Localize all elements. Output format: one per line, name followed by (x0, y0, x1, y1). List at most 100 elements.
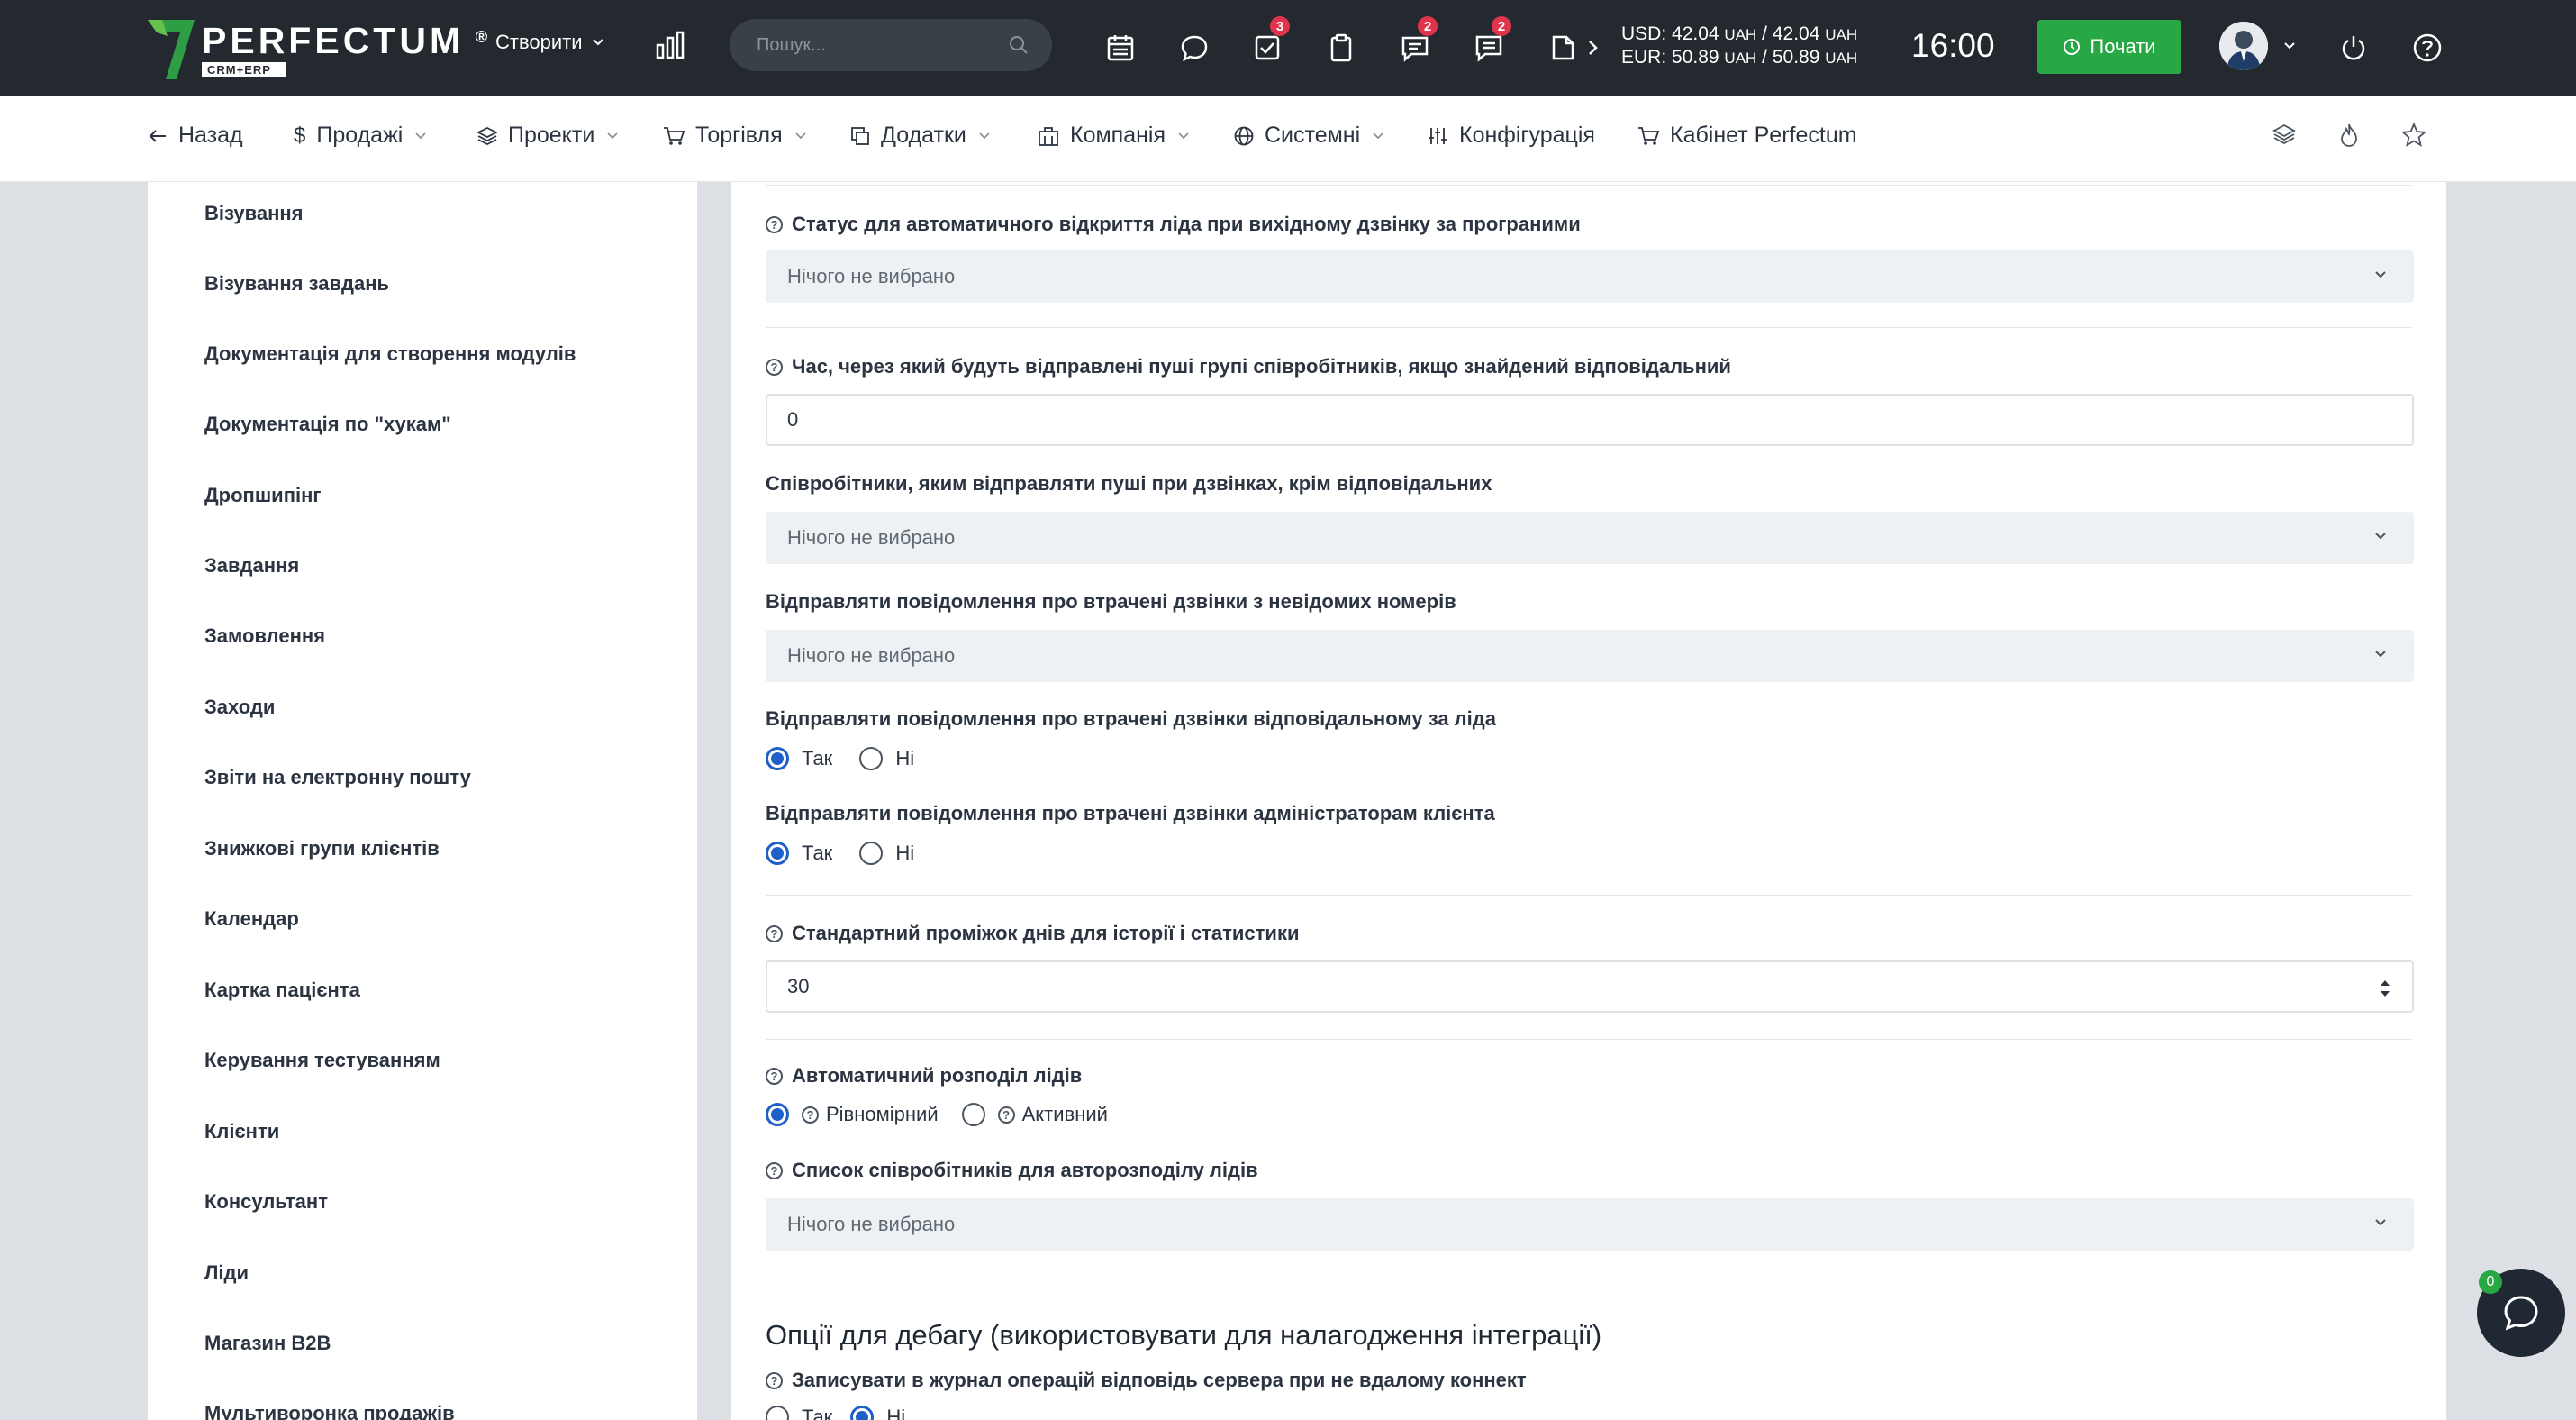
chevron-down-icon (415, 132, 426, 139)
sidebar-item[interactable]: Мультиворонка продажів (204, 1402, 455, 1420)
help-circle-icon[interactable]: ? (766, 1161, 783, 1179)
nav-configuration[interactable]: Конфігурація (1427, 123, 1595, 149)
radio-even[interactable] (766, 1103, 789, 1126)
sidebar-item[interactable]: Заходи (204, 696, 275, 719)
spinner-icon[interactable] (2378, 977, 2392, 1000)
search-icon[interactable] (1009, 35, 1029, 55)
clipboard-icon[interactable] (1320, 27, 1362, 68)
avatar-chevron-down-icon[interactable] (2283, 41, 2296, 50)
help-circle-icon[interactable]: ? (766, 215, 783, 233)
help-circle-icon[interactable]: ? (997, 1106, 1015, 1124)
settings-form: ? Статус для автоматичного відкриття лід… (731, 182, 2446, 1420)
sidebar-item[interactable]: Знижкові групи клієнтів (204, 837, 440, 860)
sidebar-item[interactable]: Документація по "хукам" (204, 413, 451, 436)
sidebar-item[interactable]: Клієнти (204, 1120, 279, 1143)
chevron-right-icon[interactable] (1582, 27, 1605, 68)
help-circle-icon[interactable]: ? (766, 1067, 783, 1085)
start-button[interactable]: Почати (2037, 20, 2181, 74)
create-menu[interactable]: Створити (495, 31, 604, 54)
nav-cabinet[interactable]: Кабінет Perfectum (1637, 123, 1857, 149)
nav-system[interactable]: Системні (1234, 123, 1383, 149)
help-circle-icon[interactable]: ? (766, 1371, 783, 1389)
radio-label: Так (802, 747, 833, 769)
eur-prefix: EUR: (1621, 47, 1673, 68)
sidebar-item[interactable]: Календар (204, 907, 299, 931)
push-employees-select[interactable]: Нічого не вибрано (766, 512, 2414, 564)
messages-badge: 2 (1418, 16, 1438, 36)
field-label-text: Співробітники, яким відправляти пуші при… (766, 472, 1492, 495)
nav-label: Компанія (1070, 123, 1166, 148)
sidebar-item[interactable]: Замовлення (204, 624, 325, 648)
divider (766, 327, 2412, 328)
back-button[interactable]: Назад (148, 123, 243, 149)
fire-icon[interactable] (2338, 123, 2360, 148)
nav-sales[interactable]: $ Продажі (294, 123, 426, 149)
help-circle-icon[interactable]: ? (802, 1106, 819, 1124)
nav-label: Системні (1265, 123, 1361, 148)
logo[interactable]: PERFECTUM ® CRM+ERP (144, 14, 487, 83)
radio-label: Рівномірний (826, 1103, 939, 1125)
bar-chart-icon[interactable] (654, 29, 686, 66)
radio-active[interactable] (961, 1103, 985, 1126)
radio-no[interactable] (859, 842, 884, 865)
sidebar-item[interactable]: Картка пацієнта (204, 979, 360, 1002)
field-label-text: Статус для автоматичного відкриття ліда … (792, 213, 1581, 235)
nav-projects[interactable]: Проекти (477, 123, 618, 149)
chat-bubble-icon[interactable] (1174, 27, 1215, 68)
create-label: Створити (495, 31, 583, 53)
nav-label: Продажі (316, 123, 404, 148)
radio-no[interactable] (850, 1406, 875, 1420)
field-label: Відправляти повідомлення про втрачені дз… (766, 707, 1496, 731)
input-value: 30 (787, 975, 810, 997)
select-value: Нічого не вибрано (787, 265, 956, 287)
auto-distribution-select[interactable]: Нічого не вибрано (766, 1198, 2414, 1251)
radio-yes[interactable] (766, 842, 789, 865)
sidebar-item[interactable]: Ліди (204, 1261, 249, 1285)
message-icon[interactable]: 2 (1394, 16, 1438, 68)
search-input[interactable] (757, 34, 1000, 56)
field-label-text: Записувати в журнал операцій відповідь с… (792, 1369, 1527, 1391)
field-label: Співробітники, яким відправляти пуші при… (766, 472, 1492, 496)
layers-icon[interactable] (2272, 123, 2296, 146)
history-days-input[interactable]: 30 (766, 960, 2414, 1013)
nav-company[interactable]: Компанія (1038, 123, 1189, 149)
comments-icon[interactable]: 2 (1468, 16, 1511, 68)
help-circle-icon[interactable]: ? (766, 924, 783, 942)
field-label-text: Час, через який будуть відправлені пуші … (792, 355, 1731, 378)
nav-trade[interactable]: Торгівля (663, 123, 806, 149)
avatar[interactable] (2219, 22, 2268, 70)
radio-yes[interactable] (766, 747, 789, 770)
radio-yes[interactable] (766, 1406, 789, 1420)
sidebar-item[interactable]: Магазин B2B (204, 1332, 331, 1355)
nav-label: Проекти (508, 123, 595, 148)
sidebar-item[interactable]: Консультант (204, 1190, 328, 1214)
power-icon[interactable] (2333, 27, 2374, 68)
nav-label: Конфігурація (1459, 123, 1595, 148)
help-circle-icon[interactable]: ? (766, 358, 783, 376)
currency-uah: UAH (1724, 50, 1757, 67)
push-delay-input[interactable]: 0 (766, 394, 2414, 446)
nav-addons[interactable]: Додатки (850, 123, 990, 149)
sidebar-item[interactable]: Завдання (204, 554, 299, 578)
sidebar-item[interactable]: Візування завдань (204, 272, 389, 296)
radio-no[interactable] (859, 747, 884, 770)
usd-rate-buy: 42.04 (1672, 23, 1719, 44)
sidebar-item[interactable]: Керування тестуванням (204, 1049, 440, 1072)
lead-status-select[interactable]: Нічого не вибрано (766, 250, 2414, 303)
file-icon[interactable] (1542, 27, 1583, 68)
tasks-icon[interactable]: 3 (1247, 16, 1290, 68)
sidebar-item[interactable]: Дропшипінг (204, 484, 322, 507)
currency-uah: UAH (1724, 26, 1757, 43)
calendar-icon[interactable] (1100, 27, 1141, 68)
eur-rate-buy: 50.89 (1672, 47, 1719, 68)
star-icon[interactable] (2401, 123, 2426, 148)
notes-badge: 2 (1492, 16, 1511, 36)
usd-prefix: USD: (1621, 23, 1673, 44)
field-label-text: Відправляти повідомлення про втрачені дз… (766, 707, 1496, 730)
debug-log-radios: Так Ні (766, 1406, 905, 1420)
sidebar-item[interactable]: Документація для створення модулів (204, 342, 576, 366)
sidebar-item[interactable]: Звіти на електронну пошту (204, 766, 471, 789)
sidebar-item[interactable]: Візування (204, 202, 304, 225)
help-icon[interactable] (2407, 27, 2448, 68)
unknown-numbers-select[interactable]: Нічого не вибрано (766, 630, 2414, 682)
